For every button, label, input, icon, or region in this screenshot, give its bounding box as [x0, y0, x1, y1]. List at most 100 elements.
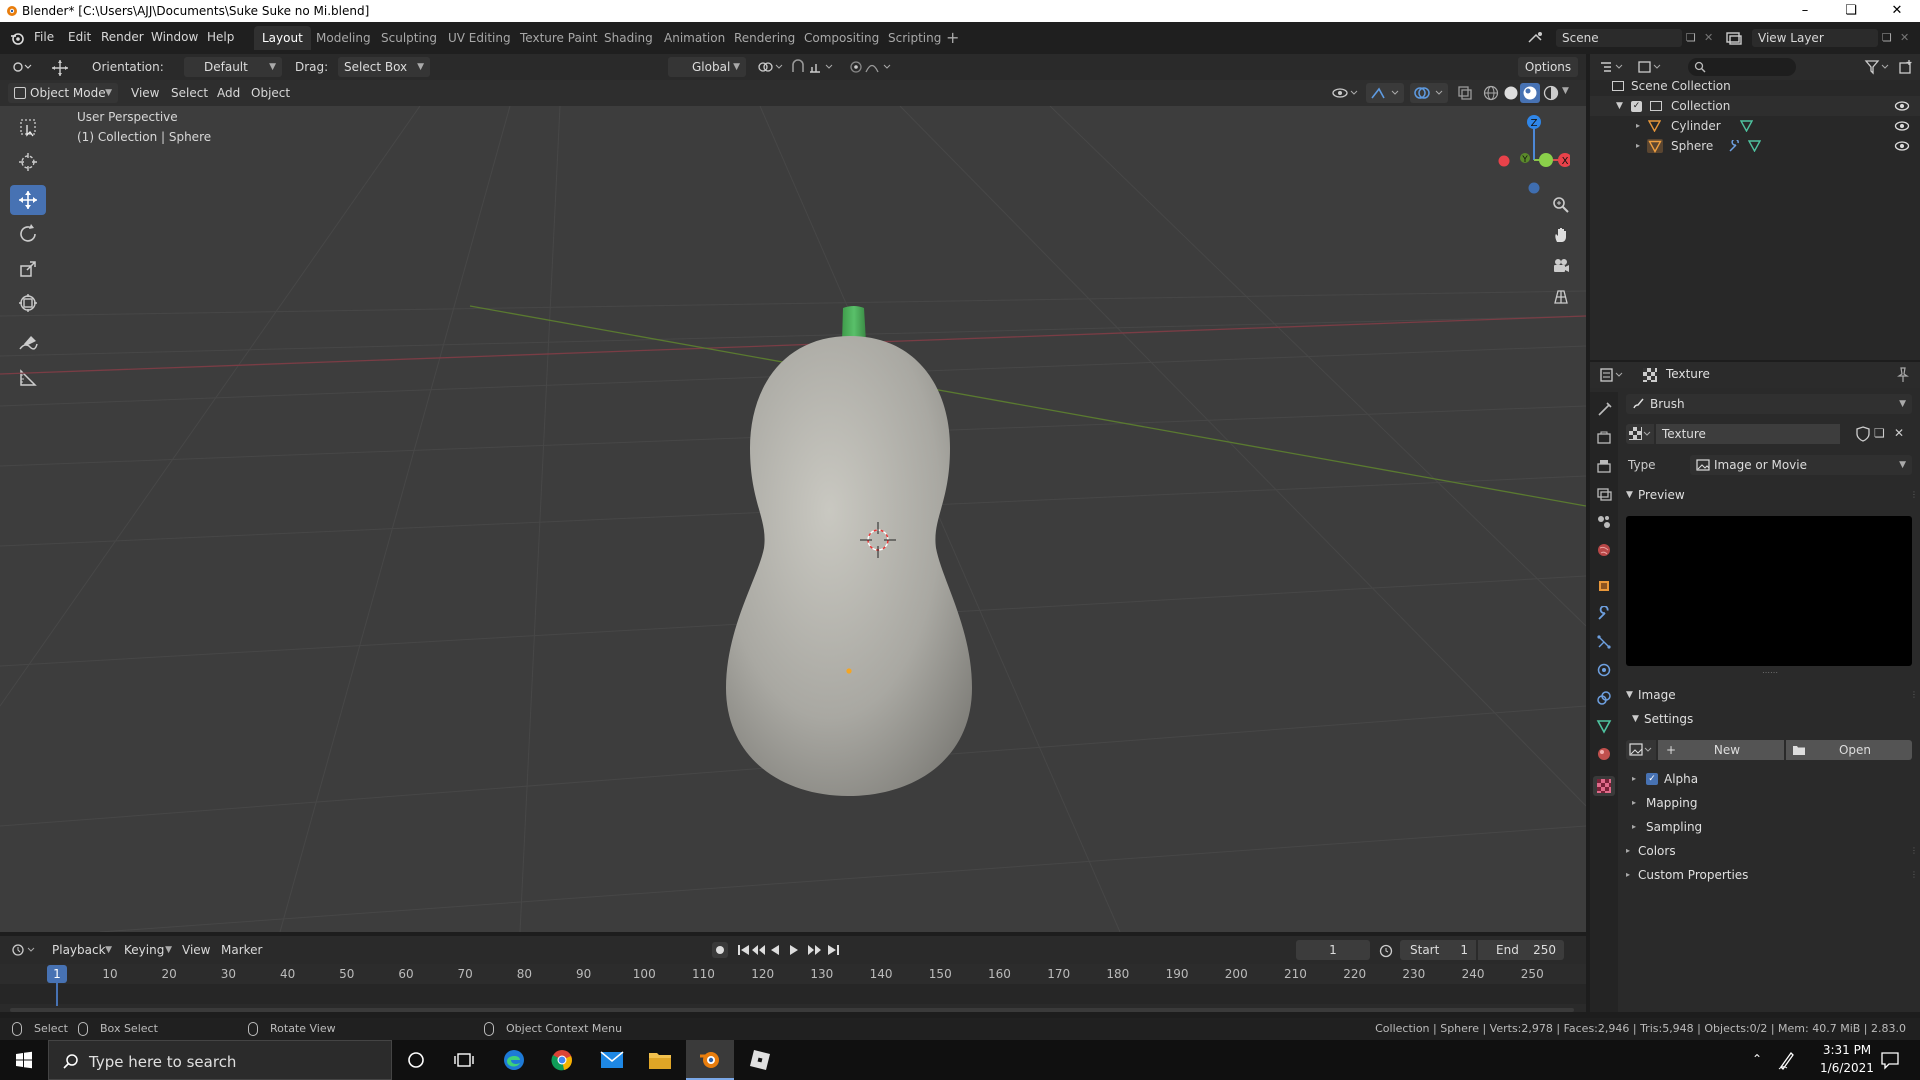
current-frame-field[interactable]: 1 [1296, 940, 1370, 960]
close-window-button[interactable]: ✕ [1874, 0, 1920, 22]
cortana-icon[interactable] [392, 1040, 440, 1080]
viewport-menu-object[interactable]: Object [251, 86, 290, 100]
remove-scene-icon[interactable]: ✕ [1704, 31, 1713, 44]
mail-app-icon[interactable] [588, 1040, 636, 1080]
taskbar-date[interactable]: 1/6/2021 [1812, 1061, 1882, 1075]
drag-grip-icon[interactable]: ⋮⋮ [1910, 684, 1920, 706]
viewport-menu-select[interactable]: Select [171, 86, 208, 100]
cylinder-visibility-eye-icon[interactable] [1894, 120, 1910, 132]
tool-tab-icon[interactable] [1594, 400, 1614, 420]
workspace-tab-modeling[interactable]: Modeling [308, 26, 379, 50]
timeline-menu-keying[interactable]: Keying ▼ [118, 940, 174, 960]
texture-tab-icon[interactable] [1593, 776, 1615, 796]
outliner-row-collection[interactable]: ▼ ✓ Collection [1590, 96, 1920, 116]
image-panel-header[interactable]: ▼ Image ⋮⋮ [1618, 684, 1920, 706]
particles-tab-icon[interactable] [1594, 632, 1614, 652]
workspace-tab-uv-editing[interactable]: UV Editing [440, 26, 519, 50]
transform-orientation-dropdown[interactable]: Global ▼ [668, 57, 746, 77]
sphere-visibility-eye-icon[interactable] [1894, 140, 1910, 152]
use-preview-range-icon[interactable] [1378, 942, 1394, 958]
drag-grip-icon[interactable]: ⋮⋮ [1910, 864, 1920, 886]
workspace-tab-sculpting[interactable]: Sculpting [373, 26, 445, 50]
notification-center-icon[interactable] [1880, 1050, 1900, 1070]
drag-dropdown[interactable]: Select Box ▼ [338, 57, 430, 77]
shading-options-chevron-icon[interactable]: ▼ [1562, 86, 1569, 96]
solid-shading-icon[interactable] [1502, 84, 1520, 102]
blender-menu-icon[interactable] [10, 31, 24, 45]
timeline-scrollbar[interactable] [10, 1008, 1574, 1012]
timeline-editor[interactable]: Playback ▼ Keying ▼ View Marker 1 Start … [0, 936, 1586, 1012]
browse-texture-button[interactable] [1626, 424, 1654, 444]
edge-browser-icon[interactable] [490, 1040, 538, 1080]
menu-file[interactable]: File [34, 30, 54, 44]
constraints-tab-icon[interactable] [1594, 688, 1614, 708]
expand-arrow-icon[interactable]: ▼ [1616, 96, 1623, 116]
unlink-texture-icon[interactable]: ✕ [1894, 426, 1904, 440]
expand-arrow-icon[interactable]: ▸ [1636, 136, 1640, 156]
data-tab-icon[interactable] [1594, 716, 1614, 736]
task-view-icon[interactable] [440, 1040, 488, 1080]
expand-arrow-icon[interactable]: ▸ [1636, 116, 1640, 136]
fake-user-shield-icon[interactable] [1856, 426, 1870, 442]
texture-name-field[interactable]: Texture [1656, 424, 1840, 444]
rendered-shading-icon[interactable] [1542, 84, 1560, 102]
mapping-subpanel-header[interactable]: ▸ Mapping [1630, 792, 1920, 814]
proportional-editing-icon[interactable] [848, 59, 896, 75]
brush-dropdown[interactable]: Brush ▼ [1626, 394, 1912, 414]
outliner-row-scene-collection[interactable]: Scene Collection [1590, 76, 1920, 96]
new-collection-icon[interactable] [1898, 59, 1914, 75]
scene-tab-icon[interactable] [1594, 512, 1614, 532]
filter-icon[interactable] [1864, 59, 1892, 75]
modifiers-tab-icon[interactable] [1594, 604, 1614, 624]
start-frame-field[interactable]: Start 1 [1400, 940, 1476, 960]
preview-resize-grip-icon[interactable]: ⋯⋯ [1762, 668, 1778, 677]
orientation-dropdown[interactable]: Default ▼ [184, 57, 282, 77]
perspective-toggle-icon[interactable] [1548, 284, 1574, 310]
visibility-selectability-icon[interactable] [1330, 84, 1360, 102]
new-image-button[interactable]: + New [1658, 740, 1784, 760]
display-mode-icon[interactable] [1636, 58, 1664, 76]
show-gizmo-icon[interactable] [1366, 83, 1404, 103]
camera-view-icon[interactable] [1548, 253, 1574, 279]
outliner-row-sphere[interactable]: ▸ Sphere [1590, 136, 1920, 156]
colors-panel-header[interactable]: ▸ Colors ⋮⋮ [1618, 840, 1920, 862]
menu-help[interactable]: Help [207, 30, 234, 44]
add-workspace-icon[interactable]: + [946, 28, 959, 47]
properties-editor-type-icon[interactable] [1598, 366, 1626, 384]
show-hidden-icons-chevron[interactable]: ⌃ [1752, 1052, 1762, 1066]
roblox-app-icon[interactable] [736, 1040, 784, 1080]
timeline-editor-type-icon[interactable] [10, 941, 38, 959]
custom-properties-panel-header[interactable]: ▸ Custom Properties ⋮⋮ [1618, 864, 1920, 886]
menu-render[interactable]: Render [101, 30, 144, 44]
material-preview-shading-icon[interactable] [1520, 83, 1540, 103]
collection-visibility-eye-icon[interactable] [1894, 100, 1910, 112]
workspace-tab-shading[interactable]: Shading [596, 26, 661, 50]
browse-image-button[interactable] [1626, 740, 1656, 760]
pear-sphere-object[interactable] [720, 298, 980, 798]
scene-name-field[interactable]: Scene [1556, 29, 1682, 47]
drag-grip-icon[interactable]: ⋮⋮ [1910, 484, 1920, 506]
file-explorer-icon[interactable] [636, 1040, 684, 1080]
object-mode-dropdown[interactable]: Object Mode ▼ [8, 83, 118, 103]
workspace-tab-texture-paint[interactable]: Texture Paint [512, 26, 605, 50]
preview-panel-header[interactable]: ▼ Preview ⋮⋮ [1618, 484, 1920, 506]
world-tab-icon[interactable] [1594, 540, 1614, 560]
workspace-tab-compositing[interactable]: Compositing [796, 26, 887, 50]
timeline-menu-marker[interactable]: Marker [221, 943, 262, 957]
material-tab-icon[interactable] [1594, 744, 1614, 764]
end-frame-field[interactable]: End 250 [1478, 940, 1564, 960]
view-layer-tab-icon[interactable] [1594, 484, 1614, 504]
menu-edit[interactable]: Edit [68, 30, 91, 44]
minimize-button[interactable]: – [1782, 0, 1828, 22]
sampling-subpanel-header[interactable]: ▸ Sampling [1630, 816, 1920, 838]
workspace-tab-rendering[interactable]: Rendering [726, 26, 803, 50]
chrome-browser-icon[interactable] [538, 1040, 586, 1080]
options-dropdown[interactable]: Options [1518, 57, 1578, 77]
playhead-line[interactable] [56, 982, 58, 1006]
pan-view-hand-icon[interactable] [1548, 222, 1574, 248]
taskbar-clock[interactable]: 3:31 PM [1812, 1043, 1882, 1057]
timeline-menu-view[interactable]: View [182, 943, 210, 957]
viewport-menu-view[interactable]: View [131, 86, 159, 100]
outliner-search-input[interactable] [1688, 58, 1796, 76]
physics-tab-icon[interactable] [1594, 660, 1614, 680]
